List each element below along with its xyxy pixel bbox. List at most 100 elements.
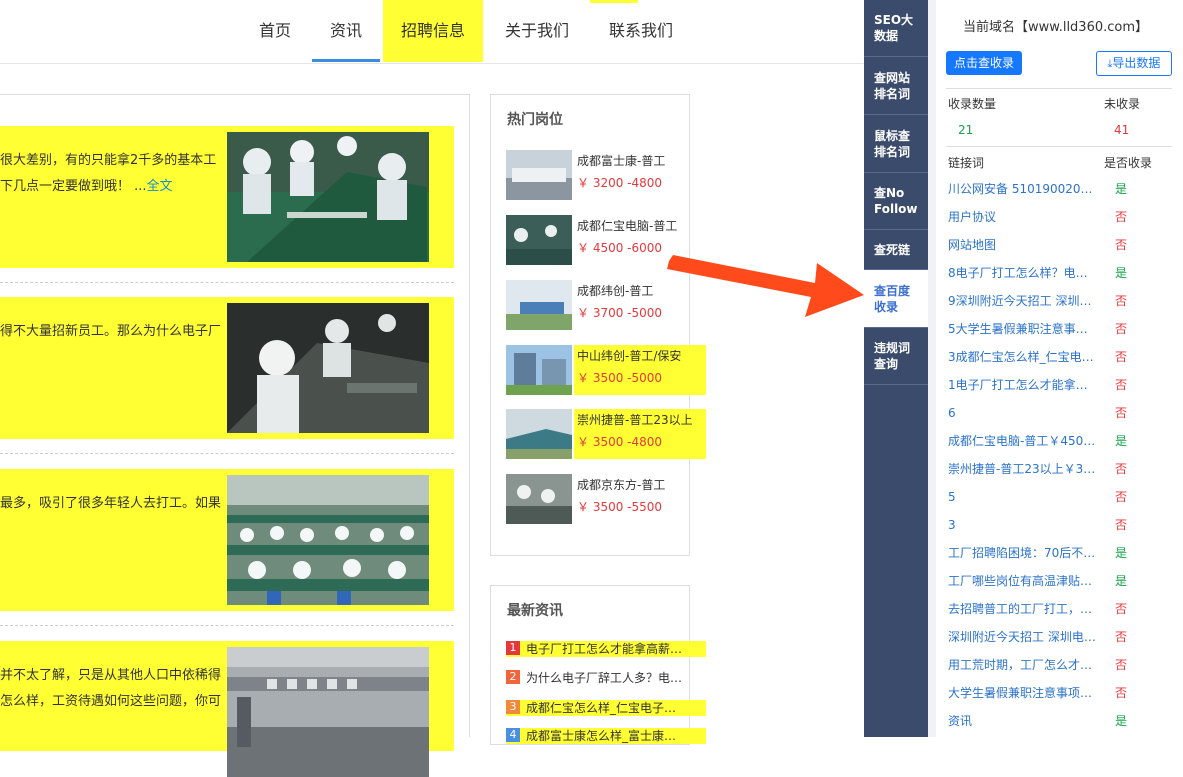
article-image-factory-building[interactable]	[227, 647, 429, 777]
nav-about[interactable]: 关于我们	[490, 0, 584, 62]
job-title: 成都纬创-普工	[577, 284, 654, 298]
job-item[interactable]: 中山纬创-普工/保安 ￥ 3500 -5000	[506, 345, 706, 395]
article-line: 怎么样，工资待遇如何这些问题，你可	[0, 694, 222, 709]
tab-nofollow[interactable]: 查No Follow	[864, 173, 928, 230]
job-item[interactable]: 成都京东方-普工 ￥ 3500 -5500	[506, 474, 706, 524]
tab-label: 鼠标查排名词	[874, 128, 911, 159]
job-item[interactable]: 崇州捷普-普工23以上 ￥ 3500 -4800	[506, 409, 706, 459]
article-item[interactable]: 很大差别，有的只能拿2千多的基本工 下几点一定要做到哦！ ...全文	[0, 126, 454, 268]
nav-contact[interactable]: 联系我们	[594, 0, 688, 62]
column-header-link: 链接词	[948, 156, 985, 170]
hot-jobs-panel: 热门岗位 成都富士康-普工 ￥ 3200 -4800 成都仁宝电脑-普工 ￥ 4…	[490, 94, 706, 556]
result-link[interactable]: 去招聘普工的工厂打工，工…	[948, 600, 1096, 618]
result-link[interactable]: 工厂哪些岗位有高温津贴？…	[948, 572, 1096, 590]
nav-news[interactable]: 资讯	[312, 0, 380, 62]
tab-dead-links[interactable]: 查死链	[864, 230, 928, 270]
news-item[interactable]: 3 成都仁宝怎么样_仁宝电子…	[506, 700, 706, 716]
result-link[interactable]: 川公网安备 51019002001…	[948, 180, 1096, 198]
export-data-button[interactable]: ⤓导出数据	[1096, 51, 1172, 76]
index-result-row: 8电子厂打工怎么样？电子… 是	[948, 264, 1172, 282]
index-result-row: 大学生暑假兼职注意事项，… 否	[948, 684, 1172, 702]
divider	[946, 88, 1172, 89]
job-salary: ￥ 4500 -6000	[577, 241, 663, 255]
index-status: 否	[1115, 630, 1128, 644]
job-thumbnail	[506, 474, 572, 524]
article-item[interactable]: 并不太了解，只是从其他人口中依稀得 怎么样，工资待遇如何这些问题，你可	[0, 641, 454, 777]
export-label: 导出数据	[1112, 56, 1161, 70]
index-result-row: 5大学生暑假兼职注意事项… 否	[948, 320, 1172, 338]
index-status: 否	[1115, 322, 1128, 336]
indexed-count: 21	[958, 123, 974, 137]
current-domain-label: 当前域名【www.lld360.com】	[963, 20, 1149, 35]
job-item[interactable]: 成都富士康-普工 ￥ 3200 -4800	[506, 150, 706, 200]
job-thumbnail	[506, 150, 572, 200]
index-result-row: 用工荒时期，工厂怎么才能… 否	[948, 656, 1172, 674]
result-link[interactable]: 5	[948, 488, 1096, 506]
article-line: 并不太了解，只是从其他人口中依稀得	[0, 668, 222, 683]
result-link[interactable]: 资讯	[948, 712, 1096, 730]
job-salary: ￥ 3500 -4800	[577, 435, 663, 449]
news-item[interactable]: 4 成都富士康怎么样_富士康…	[506, 728, 706, 744]
article-excerpt: 得不大量招新员工。那么为什么电子厂	[0, 319, 222, 345]
result-link[interactable]: 3	[948, 516, 1096, 534]
index-status: 是	[1115, 574, 1128, 588]
result-link[interactable]: 用户协议	[948, 208, 1096, 226]
tab-site-rank-words[interactable]: 查网站排名词	[864, 57, 928, 115]
index-result-row: 资讯 是	[948, 712, 1172, 730]
tab-mouse-rank-words[interactable]: 鼠标查排名词	[864, 115, 928, 173]
result-link[interactable]: 大学生暑假兼职注意事项，…	[948, 684, 1096, 702]
index-result-row: 1电子厂打工怎么才能拿高… 否	[948, 376, 1172, 394]
article-list: 很大差别，有的只能拿2千多的基本工 下几点一定要做到哦！ ...全文 得不大量招…	[0, 94, 470, 777]
result-link[interactable]: 1电子厂打工怎么才能拿高…	[948, 376, 1096, 394]
nav-highlight-strip	[590, 0, 638, 3]
news-title: 成都富士康怎么样_富士康…	[526, 729, 677, 743]
result-link[interactable]: 3成都仁宝怎么样_仁宝电…	[948, 348, 1096, 366]
divider	[0, 282, 454, 283]
article-item[interactable]: 最多，吸引了很多年轻人去打工。如果	[0, 469, 454, 611]
result-link[interactable]: 网站地图	[948, 236, 1096, 254]
index-result-row: 工厂哪些岗位有高温津贴？… 是	[948, 572, 1172, 590]
news-rank-badge: 1	[506, 641, 520, 655]
job-salary: ￥ 3500 -5000	[577, 371, 663, 385]
index-result-row: 工厂招聘陷困境：70后不… 是	[948, 544, 1172, 562]
article-image-production-hall[interactable]	[227, 475, 429, 605]
result-link[interactable]: 用工荒时期，工厂怎么才能…	[948, 656, 1096, 674]
tab-banned-words[interactable]: 违规词查询	[864, 328, 928, 385]
index-status: 否	[1115, 406, 1128, 420]
job-title: 崇州捷普-普工23以上	[577, 413, 693, 427]
tab-label: 违规词查询	[874, 341, 911, 371]
result-link[interactable]: 9深圳附近今天招工 深圳电…	[948, 292, 1096, 310]
read-more-link[interactable]: 全文	[147, 179, 173, 194]
index-result-row: 成都仁宝电脑-普工￥450… 是	[948, 432, 1172, 450]
tab-seo-bigdata[interactable]: SEO大数据	[864, 0, 928, 57]
result-link[interactable]: 成都仁宝电脑-普工￥450…	[948, 432, 1096, 450]
news-title: 成都仁宝怎么样_仁宝电子…	[526, 701, 677, 715]
check-index-button[interactable]: 点击查收录	[946, 51, 1022, 75]
result-link[interactable]: 崇州捷普-普工23以上￥3…	[948, 460, 1096, 478]
index-result-row: 9深圳附近今天招工 深圳电… 否	[948, 292, 1172, 310]
nav-home[interactable]: 首页	[244, 0, 306, 62]
index-status: 是	[1115, 714, 1128, 728]
tab-baidu-index[interactable]: 查百度收录	[864, 270, 928, 328]
result-link[interactable]: 深圳附近今天招工 深圳电…	[948, 628, 1096, 646]
nav-jobs[interactable]: 招聘信息	[383, 0, 483, 62]
article-item[interactable]: 得不大量招新员工。那么为什么电子厂	[0, 297, 454, 439]
not-indexed-count: 41	[1114, 123, 1130, 137]
job-title: 成都京东方-普工	[577, 478, 666, 492]
article-line: 最多，吸引了很多年轻人去打工。如果	[0, 496, 222, 511]
index-result-row: 川公网安备 51019002001… 是	[948, 180, 1172, 198]
article-image-assembly-line[interactable]	[227, 303, 429, 433]
result-link[interactable]: 6	[948, 404, 1096, 422]
index-status: 否	[1115, 686, 1128, 700]
news-item[interactable]: 1 电子厂打工怎么才能拿高薪…	[506, 641, 706, 657]
index-result-row: 崇州捷普-普工23以上￥3… 否	[948, 460, 1172, 478]
result-link[interactable]: 8电子厂打工怎么样？电子…	[948, 264, 1096, 282]
job-thumbnail	[506, 409, 572, 459]
index-result-row: 网站地图 否	[948, 236, 1172, 254]
result-link[interactable]: 5大学生暑假兼职注意事项…	[948, 320, 1096, 338]
index-result-row: 用户协议 否	[948, 208, 1172, 226]
article-image-factory-workers[interactable]	[227, 132, 429, 262]
result-link[interactable]: 工厂招聘陷困境：70后不…	[948, 544, 1096, 562]
news-rank-badge: 4	[506, 728, 520, 742]
news-item[interactable]: 2 为什么电子厂辞工人多？电…	[506, 670, 706, 686]
